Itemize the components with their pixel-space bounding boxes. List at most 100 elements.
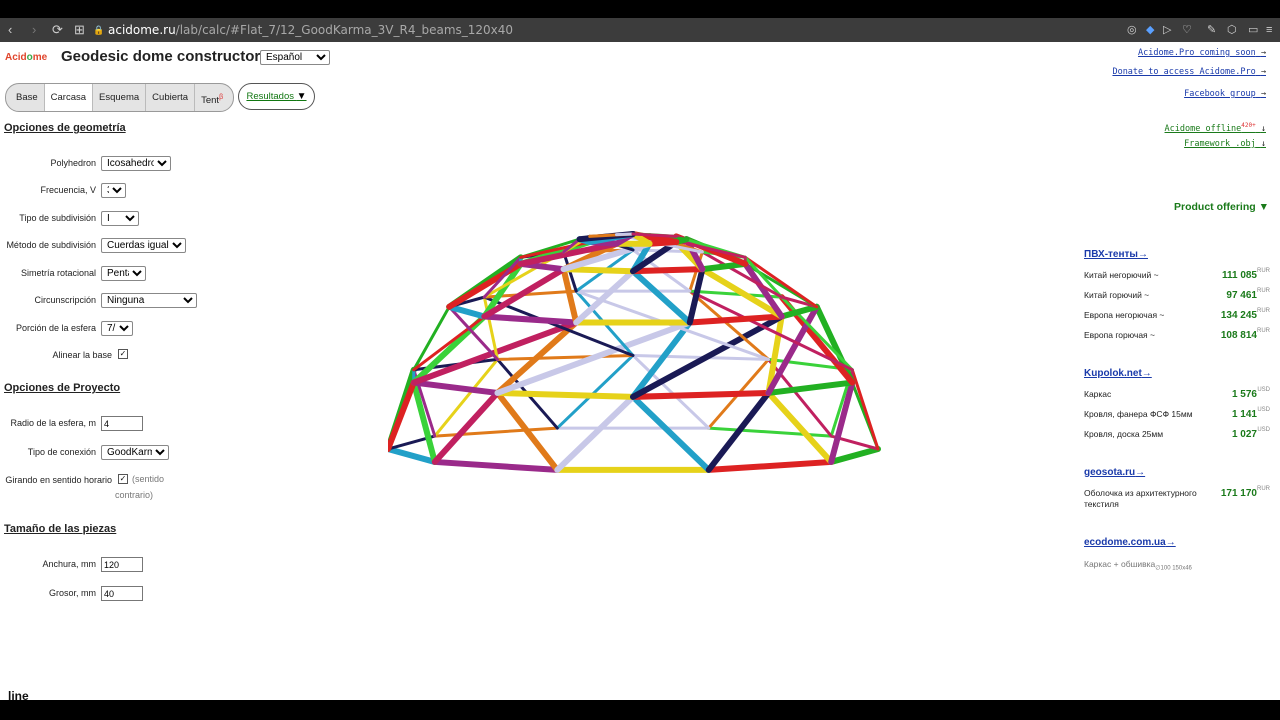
dome-strut xyxy=(433,426,559,438)
circumscription-select[interactable]: Ninguna xyxy=(101,293,197,308)
rot-symmetry-row: Simetría rotacional Pentad xyxy=(0,266,260,282)
dome-strut xyxy=(765,389,835,465)
product-offering-toggle[interactable]: Product offering ▼ xyxy=(1174,201,1269,213)
vendor-ecodome-link[interactable]: ecodome.com.ua→ xyxy=(1084,537,1176,548)
arrow-right-icon: → xyxy=(1260,48,1266,58)
price-row: Кровля, доска 25мм 1 027 USD xyxy=(1084,427,1270,443)
connection-select[interactable]: GoodKarma xyxy=(101,445,169,460)
tab-tent-beta: β xyxy=(219,94,224,101)
offline-link[interactable]: Acidome offline420+ ↓ xyxy=(1165,122,1266,134)
dome-strut xyxy=(850,368,880,451)
align-base-row: Alinear la base ✓ xyxy=(0,348,260,364)
clockwise-label: Girando en sentido horario xyxy=(5,475,112,485)
dome-strut xyxy=(560,266,636,275)
price-value: 171 170 xyxy=(1220,488,1257,499)
ecodome-note-text: Каркас + обшивка xyxy=(1084,559,1156,569)
ecodome-note: Каркас + обшивка∅100 150x46 xyxy=(1084,559,1192,572)
back-icon[interactable]: ‹ xyxy=(8,18,12,42)
price-unit: USD xyxy=(1257,407,1270,413)
thickness-row: Grosor, mm xyxy=(0,586,260,602)
dome-strut xyxy=(630,266,706,275)
arrow-right-icon: → xyxy=(1165,537,1176,548)
clockwise-checkbox[interactable]: ✓ xyxy=(118,474,128,484)
heart-icon[interactable]: ♡ xyxy=(1182,18,1192,42)
frequency-row: Frecuencia, V 3 xyxy=(0,183,260,199)
tab-cubierta[interactable]: Cubierta xyxy=(146,84,196,111)
vendor-name: geosota.ru xyxy=(1084,467,1136,478)
forward-icon[interactable]: › xyxy=(32,18,36,42)
thickness-input[interactable] xyxy=(101,586,143,601)
facebook-link[interactable]: Facebook group → xyxy=(1184,89,1266,99)
results-button[interactable]: Resultados ▼ xyxy=(238,83,315,110)
subdivision-method-select[interactable]: Cuerdas iguales xyxy=(101,238,186,253)
price-value: 1 027 xyxy=(1231,429,1257,440)
language-select[interactable]: Español xyxy=(260,50,330,65)
facebook-text: Facebook group xyxy=(1184,89,1256,99)
thickness-label: Grosor, mm xyxy=(48,588,96,598)
dome-strut xyxy=(573,268,636,326)
shield-icon[interactable]: ◆ xyxy=(1146,18,1154,42)
tab-carcasa[interactable]: Carcasa xyxy=(44,84,94,111)
dome-strut xyxy=(630,389,772,400)
circumscription-label: Circunscripción xyxy=(34,295,96,305)
results-arrow-icon: ▼ xyxy=(296,91,307,102)
logo-end: me xyxy=(32,52,48,63)
acidome-pro-link[interactable]: Acidome.Pro coming soon → xyxy=(1138,48,1266,58)
ecodome-note-sub: ∅100 150x46 xyxy=(1155,565,1192,572)
vendor-pvh-link[interactable]: ПВХ-тенты→ xyxy=(1084,249,1148,260)
play-icon[interactable]: ▷ xyxy=(1163,18,1171,42)
caption-word: line xyxy=(8,689,29,703)
tools-icon[interactable]: ✎ xyxy=(1207,18,1216,42)
vendor-geosota-link[interactable]: geosota.ru→ xyxy=(1084,467,1145,478)
tab-tent[interactable]: Tentβ xyxy=(195,84,233,111)
address-bar[interactable]: acidome.ru/lab/calc/#Flat_7/12_GoodKarma… xyxy=(108,18,513,42)
camera-icon[interactable]: ◎ xyxy=(1127,18,1137,42)
vendor-name: ПВХ-тенты xyxy=(1084,249,1138,260)
connection-row: Tipo de conexión GoodKarma xyxy=(0,445,260,461)
tab-base[interactable]: Base xyxy=(6,84,45,111)
page-title: Geodesic dome constructor xyxy=(61,48,261,65)
price-label: Кровля, фанера ФСФ 15мм xyxy=(1084,409,1193,419)
browser-toolbar: ‹ › ⟳ ⊞ 🔒 acidome.ru/lab/calc/#Flat_7/12… xyxy=(0,18,1280,42)
frequency-select[interactable]: 3 xyxy=(101,183,126,198)
polyhedron-select[interactable]: Icosahedron xyxy=(101,156,171,171)
menu-icon[interactable]: ≡ xyxy=(1266,18,1272,42)
page: Acidome Geodesic dome constructor Españo… xyxy=(0,42,1280,700)
rot-symmetry-select[interactable]: Pentad xyxy=(101,266,146,281)
logo-part: Acid xyxy=(5,52,27,63)
arrow-right-icon: → xyxy=(1141,368,1152,379)
dome-strut xyxy=(388,379,417,452)
price-label: Европа негорючая ~ xyxy=(1084,310,1165,320)
width-label: Anchura, mm xyxy=(42,559,96,569)
arrow-right-icon: → xyxy=(1135,467,1146,478)
price-row: Китай негорючий ~ 111 085 RUR xyxy=(1084,268,1270,284)
dome-strut xyxy=(431,389,501,465)
align-base-checkbox[interactable]: ✓ xyxy=(118,349,128,359)
donate-link[interactable]: Donate to access Acidome.Pro → xyxy=(1112,67,1266,77)
dome-strut xyxy=(707,426,833,438)
apps-icon[interactable]: ⊞ xyxy=(74,18,85,42)
dome-3d-view[interactable] xyxy=(388,104,888,474)
subdivision-type-select[interactable]: I xyxy=(101,211,139,226)
arrow-down-icon: ↓ xyxy=(1260,123,1266,134)
price-row: Китай горючий ~ 97 461 RUR xyxy=(1084,288,1270,304)
sphere-portion-select[interactable]: 7/12 xyxy=(101,321,133,336)
price-unit: USD xyxy=(1257,427,1270,433)
radius-input[interactable] xyxy=(101,416,143,431)
price-value: 1 576 xyxy=(1231,389,1257,400)
vendor-kupolok-link[interactable]: Kupolok.net→ xyxy=(1084,368,1152,379)
acidome-logo[interactable]: Acidome xyxy=(5,52,47,63)
lock-icon: 🔒 xyxy=(93,25,105,35)
reload-icon[interactable]: ⟳ xyxy=(52,18,63,42)
dome-strut xyxy=(554,393,636,473)
framework-link[interactable]: Framework .obj ↓ xyxy=(1184,139,1266,149)
price-label: Китай горючий ~ xyxy=(1084,290,1150,300)
price-row: Европа горючая ~ 108 814 RUR xyxy=(1084,328,1270,344)
cube-icon[interactable]: ⬡ xyxy=(1227,18,1237,42)
tab-esquema[interactable]: Esquema xyxy=(93,84,147,111)
offline-text: Acidome offline xyxy=(1164,123,1242,134)
vendor-name: Kupolok.net xyxy=(1084,368,1142,379)
pieces-heading: Tamaño de las piezas xyxy=(4,523,117,535)
price-row: Кровля, фанера ФСФ 15мм 1 141 USD xyxy=(1084,407,1270,423)
width-input[interactable] xyxy=(101,557,143,572)
